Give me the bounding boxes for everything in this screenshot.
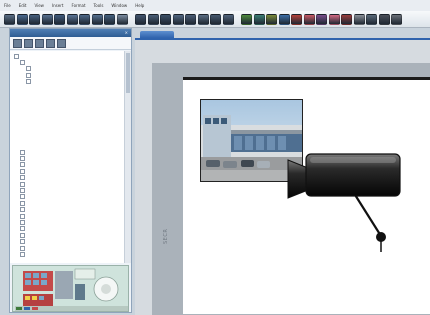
expand-icon[interactable] <box>20 207 25 213</box>
layer-blue-button[interactable] <box>278 13 290 25</box>
group-button[interactable] <box>185 13 196 25</box>
expand-icon[interactable] <box>20 213 25 219</box>
tree-node[interactable] <box>20 251 27 258</box>
expand-icon[interactable] <box>20 188 25 194</box>
menu-item[interactable]: Edit <box>15 0 31 11</box>
layer-rose-button[interactable] <box>303 13 315 25</box>
canvas-vertical-label: SECR <box>163 228 169 244</box>
undo-button[interactable] <box>91 13 103 25</box>
layer-dark-button[interactable] <box>378 13 390 25</box>
expand-icon[interactable] <box>14 53 19 59</box>
expand-icon[interactable] <box>26 66 31 72</box>
expand-icon[interactable] <box>20 226 25 232</box>
add-item-icon[interactable] <box>24 38 33 48</box>
layer-red-button[interactable] <box>291 13 302 25</box>
expand-icon[interactable] <box>20 181 25 187</box>
tree-node-selected[interactable] <box>32 85 36 91</box>
flip-button[interactable] <box>222 13 234 25</box>
menu-item[interactable]: Tools <box>90 0 108 11</box>
rotate-button[interactable] <box>210 13 221 25</box>
zoom-button[interactable] <box>116 13 128 25</box>
menu-item[interactable]: Insert <box>48 0 67 11</box>
expand-icon[interactable] <box>20 60 25 66</box>
device-tree <box>10 51 125 263</box>
distribute-button[interactable] <box>172 13 184 25</box>
device-tree-panel: × <box>9 28 132 313</box>
layer-green-button[interactable] <box>241 13 252 25</box>
expand-icon[interactable] <box>20 239 25 245</box>
expand-icon[interactable] <box>20 156 25 162</box>
layer-pink-button[interactable] <box>328 13 340 25</box>
open-button[interactable] <box>16 13 28 25</box>
expand-icon[interactable] <box>20 175 25 181</box>
expand-icon[interactable] <box>20 245 25 251</box>
new-folder-icon[interactable] <box>13 38 22 48</box>
floor-plan-preview-image <box>13 266 128 311</box>
layer-steel-button[interactable] <box>366 13 377 25</box>
expand-icon[interactable] <box>20 194 25 200</box>
layer-olive-button[interactable] <box>266 13 277 25</box>
delete-icon[interactable] <box>35 38 44 48</box>
expand-icon[interactable] <box>20 149 25 155</box>
scrollbar-thumb[interactable] <box>126 53 130 93</box>
menu-item[interactable]: Help <box>131 0 148 11</box>
expand-icon[interactable] <box>20 252 25 258</box>
save-button[interactable] <box>29 13 40 25</box>
paste-button[interactable] <box>79 13 90 25</box>
panel-title-bar: × <box>10 29 131 37</box>
layer-teal-button[interactable] <box>253 13 265 25</box>
layer-gray-button[interactable] <box>353 13 365 25</box>
panel-toolbar <box>10 37 131 50</box>
print-button[interactable] <box>41 13 53 25</box>
menu-item[interactable]: File <box>0 0 15 11</box>
expand-icon[interactable] <box>26 72 31 78</box>
expand-icon[interactable] <box>26 79 31 85</box>
expand-icon[interactable] <box>20 220 25 226</box>
ungroup-button[interactable] <box>197 13 209 25</box>
expand-icon[interactable] <box>20 200 25 206</box>
document-tab[interactable] <box>140 31 174 38</box>
layer-purple-button[interactable] <box>316 13 327 25</box>
align-right-button[interactable] <box>160 13 171 25</box>
menu-item[interactable]: Format <box>67 0 89 11</box>
properties-icon[interactable] <box>46 38 55 48</box>
align-left-button[interactable] <box>135 13 146 25</box>
refresh-icon[interactable] <box>57 38 66 48</box>
layer-last-button[interactable] <box>391 13 402 25</box>
tree-scrollbar[interactable] <box>124 51 131 263</box>
expand-icon[interactable] <box>20 162 25 168</box>
menu-item[interactable]: View <box>30 0 48 11</box>
menu-item[interactable]: Window <box>107 0 131 11</box>
layer-maroon-button[interactable] <box>341 13 352 25</box>
align-center-button[interactable] <box>147 13 159 25</box>
main-toolbar <box>0 11 430 28</box>
copy-button[interactable] <box>66 13 78 25</box>
cut-button[interactable] <box>54 13 65 25</box>
floor-plan-thumbnail[interactable] <box>12 265 129 312</box>
new-button[interactable] <box>4 13 15 25</box>
redo-button[interactable] <box>104 13 115 25</box>
camera-icon[interactable] <box>282 148 408 254</box>
close-icon[interactable]: × <box>125 29 131 37</box>
expand-icon[interactable] <box>20 232 25 238</box>
expand-icon[interactable] <box>20 168 25 174</box>
